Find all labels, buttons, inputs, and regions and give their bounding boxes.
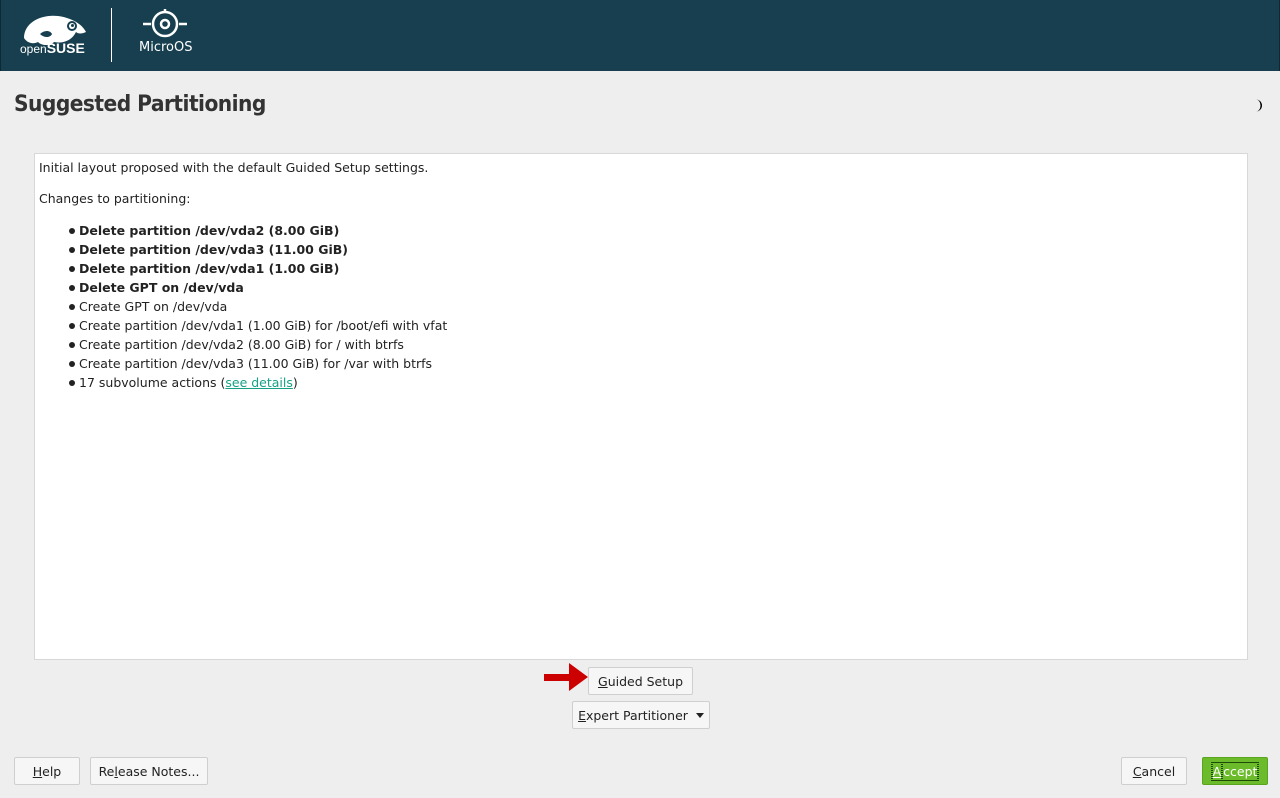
header-divider [111,8,112,62]
cancel-button[interactable]: Cancel [1121,757,1187,785]
red-arrow-icon [544,663,588,691]
list-item: Create partition /dev/vda1 (1.00 GiB) fo… [69,316,447,335]
list-item: Create partition /dev/vda3 (11.00 GiB) f… [69,354,447,373]
proposal-intro: Initial layout proposed with the default… [39,160,429,175]
list-item: Delete partition /dev/vda3 (11.00 GiB) [69,240,447,259]
list-item-subvolumes: 17 subvolume actions (see details) [69,373,447,392]
list-item: Delete GPT on /dev/vda [69,278,447,297]
accept-button[interactable]: Accept [1202,757,1268,785]
product-name: MicroOS [139,40,193,55]
changes-list: Delete partition /dev/vda2 (8.00 GiB) De… [69,221,447,392]
half-moon-icon[interactable] [1251,99,1264,112]
brand-wordmark: openSUSE [20,40,85,56]
expert-partitioner-menu-button[interactable]: Expert Partitioner [572,701,710,729]
see-details-link[interactable]: see details [225,375,293,390]
guided-setup-button[interactable]: Guided Setup [588,667,693,695]
list-item: Create partition /dev/vda2 (8.00 GiB) fo… [69,335,447,354]
page-title: Suggested Partitioning [14,92,266,117]
release-notes-button[interactable]: Re l ease Notes... [90,757,208,785]
header-bar: openSUSE MicroOS [0,0,1280,71]
microos-logo-icon [143,9,187,38]
list-item: Delete partition /dev/vda1 (1.00 GiB) [69,259,447,278]
help-button[interactable]: Help [14,757,80,785]
list-item: Create GPT on /dev/vda [69,297,447,316]
changes-heading: Changes to partitioning: [39,191,191,206]
proposal-summary: Initial layout proposed with the default… [34,153,1248,660]
list-item: Delete partition /dev/vda2 (8.00 GiB) [69,221,447,240]
chevron-down-icon [695,712,704,718]
